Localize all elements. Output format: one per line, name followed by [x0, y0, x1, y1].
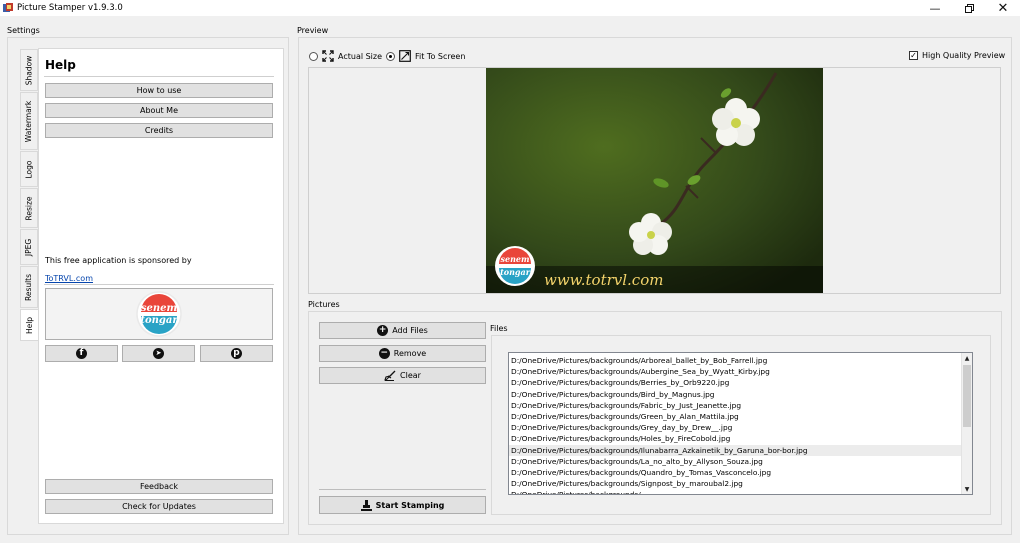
preview-label: Preview: [297, 26, 329, 35]
logo-text-2: tongar: [140, 315, 178, 326]
file-list-item[interactable]: D:/OneDrive/Pictures/backgrounds/Green_b…: [509, 411, 961, 422]
start-stamping-button[interactable]: Start Stamping: [319, 496, 486, 514]
file-list-item[interactable]: D:/OneDrive/Pictures/backgrounds/Fabric_…: [509, 400, 961, 411]
expand-icon: [322, 50, 334, 62]
minimize-icon: —: [929, 1, 941, 15]
scroll-thumb[interactable]: [963, 365, 971, 427]
sponsor-link[interactable]: ToTRVL.com: [45, 274, 93, 283]
scroll-down-icon[interactable]: ▼: [962, 484, 972, 494]
tab-label: Shadow: [24, 55, 34, 85]
tab-label: Resize: [24, 195, 34, 221]
tab-logo[interactable]: Logo: [20, 151, 38, 187]
add-files-label: Add Files: [392, 326, 428, 335]
pictures-label: Pictures: [308, 300, 340, 309]
tab-label: Results: [24, 273, 34, 301]
how-to-use-button[interactable]: How to use: [45, 83, 273, 98]
tab-resize[interactable]: Resize: [20, 188, 38, 228]
file-list-item[interactable]: D:/OneDrive/Pictures/backgrounds/Bird_by…: [509, 389, 961, 400]
feedback-button[interactable]: Feedback: [45, 479, 273, 494]
credits-button[interactable]: Credits: [45, 123, 273, 138]
high-quality-option[interactable]: ✓ High Quality Preview: [909, 51, 1005, 60]
actual-size-label: Actual Size: [338, 51, 383, 61]
remove-button[interactable]: − Remove: [319, 345, 486, 362]
tab-results[interactable]: Results: [20, 266, 38, 308]
facebook-button[interactable]: f: [45, 345, 118, 362]
twitter-button[interactable]: ➤: [122, 345, 195, 362]
actual-size-option[interactable]: Actual Size: [309, 50, 382, 62]
tab-watermark[interactable]: Watermark: [20, 92, 38, 150]
file-list-item[interactable]: D:/OneDrive/Pictures/backgrounds/Quandro…: [509, 467, 961, 478]
remove-icon: −: [378, 348, 390, 359]
fit-screen-icon: [399, 50, 411, 62]
file-list-item[interactable]: D:/OneDrive/Pictures/backgrounds/Grey_da…: [509, 422, 961, 433]
help-page: [38, 48, 284, 524]
minimize-button[interactable]: —: [918, 0, 952, 16]
divider: [44, 284, 274, 285]
start-stamping-label: Start Stamping: [375, 500, 445, 510]
logo-text-1: senem: [141, 303, 177, 314]
restore-icon: [964, 3, 974, 13]
watermark-text: www.totrvl.com: [544, 271, 663, 289]
window-title: Picture Stamper v1.9.3.0: [17, 3, 123, 13]
pinterest-icon: p: [231, 348, 242, 359]
actual-size-radio[interactable]: [309, 51, 318, 61]
tab-label: Logo: [24, 160, 34, 178]
tab-jpeg[interactable]: JPEG: [20, 229, 38, 265]
preview-logo-text-2: tongar: [500, 267, 531, 277]
facebook-icon: f: [76, 348, 87, 359]
sponsor-logo-button[interactable]: senem tongar: [45, 288, 273, 340]
check-updates-button[interactable]: Check for Updates: [45, 499, 273, 514]
fit-to-screen-option[interactable]: Fit To Screen: [386, 50, 465, 62]
file-list-item[interactable]: D:/OneDrive/Pictures/backgrounds/Signpos…: [509, 478, 961, 489]
broom-icon: [384, 370, 396, 381]
twitter-icon: ➤: [153, 348, 164, 359]
tab-label: Watermark: [24, 100, 34, 142]
tab-label: Help: [25, 316, 35, 334]
pinterest-button[interactable]: p: [200, 345, 273, 362]
about-me-button[interactable]: About Me: [45, 103, 273, 118]
file-list-item[interactable]: D:/OneDrive/Pictures/backgrounds/Aubergi…: [509, 366, 961, 377]
tab-shadow[interactable]: Shadow: [20, 49, 38, 91]
remove-label: Remove: [393, 349, 427, 358]
fit-to-screen-label: Fit To Screen: [415, 51, 466, 61]
help-heading: Help: [45, 58, 76, 72]
scroll-up-icon[interactable]: ▲: [962, 353, 972, 363]
add-files-button[interactable]: + Add Files: [319, 322, 486, 339]
files-label: Files: [490, 324, 508, 333]
settings-label: Settings: [7, 26, 40, 35]
app-icon: [3, 3, 13, 12]
file-list-item[interactable]: D:/OneDrive/Pictures/backgrounds/Berries…: [509, 377, 961, 388]
sponsor-text: This free application is sponsored by: [45, 256, 192, 265]
preview-image: senem tongar www.totrvl.com: [486, 68, 823, 293]
clear-label: Clear: [400, 371, 421, 380]
divider: [44, 76, 274, 77]
file-list-item[interactable]: D:/OneDrive/Pictures/backgrounds/Ilunaba…: [509, 444, 961, 456]
files-scrollbar[interactable]: ▲ ▼: [961, 353, 972, 494]
file-list-item[interactable]: D:/OneDrive/Pictures/backgrounds/La_no_a…: [509, 456, 961, 467]
divider: [319, 489, 486, 490]
file-list-item[interactable]: D:/OneDrive/Pictures/backgrounds/...: [509, 489, 961, 494]
tab-label: JPEG: [24, 238, 34, 256]
high-quality-label: High Quality Preview: [922, 51, 1006, 60]
files-list[interactable]: D:/OneDrive/Pictures/backgrounds/Arborea…: [508, 352, 973, 495]
tab-help[interactable]: Help: [20, 309, 39, 341]
clear-button[interactable]: Clear: [319, 367, 486, 384]
stamp-icon: [360, 499, 372, 511]
senem-tongar-logo: senem tongar: [136, 291, 182, 337]
restore-button[interactable]: [952, 0, 986, 16]
file-list-item[interactable]: D:/OneDrive/Pictures/backgrounds/Holes_b…: [509, 433, 961, 444]
close-icon: ✕: [997, 0, 1009, 16]
preview-logo-text-1: senem: [501, 254, 530, 264]
files-list-viewport: D:/OneDrive/Pictures/backgrounds/Arborea…: [509, 353, 961, 494]
close-button[interactable]: ✕: [986, 0, 1020, 16]
fit-to-screen-radio[interactable]: [386, 51, 395, 61]
file-list-item[interactable]: D:/OneDrive/Pictures/backgrounds/Arborea…: [509, 355, 961, 366]
high-quality-checkbox[interactable]: ✓: [909, 51, 918, 60]
title-bar: Picture Stamper v1.9.3.0 — ✕: [0, 0, 1020, 16]
add-icon: +: [377, 325, 389, 336]
